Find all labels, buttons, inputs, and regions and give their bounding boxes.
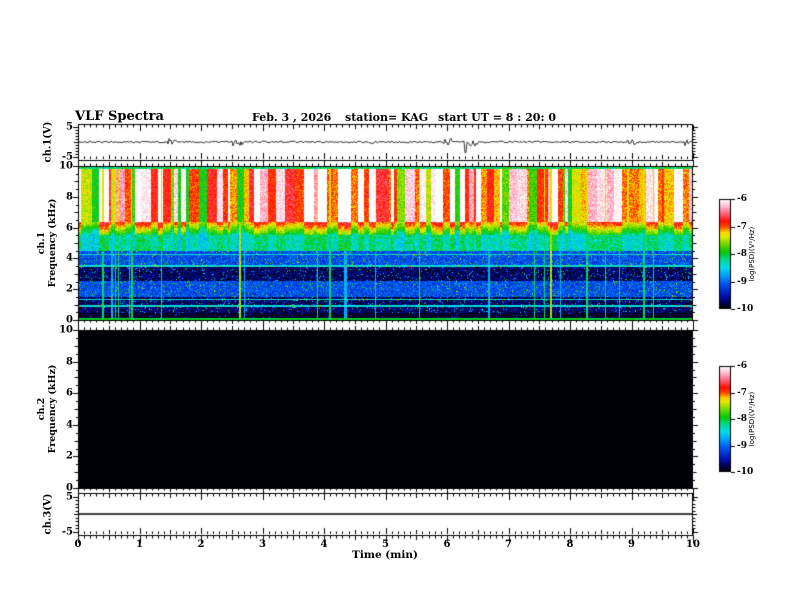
colorbar1-title: log(PSD)(V²/Hz) — [748, 226, 756, 282]
ch2-frequency-axis-title: ch.2 Frequency (kHz) — [36, 365, 58, 454]
ch1-frequency-axis-title-line1: ch.1 — [36, 231, 47, 255]
ch3-voltage-axis-title: ch.3(V) — [42, 493, 54, 535]
ch2-frequency-axis-title-line2: Frequency (kHz) — [47, 364, 58, 454]
colorbar-2 — [719, 366, 731, 472]
ch1-voltage-axis-title: ch.1(V) — [42, 121, 54, 163]
header-start-ut: start UT = 8 : 20: 0 — [438, 111, 556, 124]
ch2-frequency-axis-title-line1: ch.2 — [36, 397, 47, 421]
ch1-voltage-panel — [78, 124, 693, 160]
ch1-frequency-axis-title-line2: Frequency (kHz) — [47, 198, 58, 288]
vlf-spectra-figure: VLF Spectra Feb. 3 , 2026 station= KAG s… — [0, 0, 792, 612]
colorbar2-title: log(PSD)(V²/Hz) — [748, 391, 756, 447]
header-station: station= KAG — [345, 111, 429, 124]
time-axis-label: Time (min) — [352, 549, 418, 561]
ch2-spectrogram-panel — [78, 330, 693, 488]
ch1-spectrogram-panel — [78, 166, 693, 320]
ch3-voltage-panel — [78, 493, 693, 535]
figure-title: VLF Spectra — [75, 109, 164, 124]
header-date: Feb. 3 , 2026 — [252, 111, 332, 124]
ch1-frequency-axis-title: ch.1 Frequency (kHz) — [36, 199, 58, 288]
colorbar-1 — [719, 199, 731, 309]
